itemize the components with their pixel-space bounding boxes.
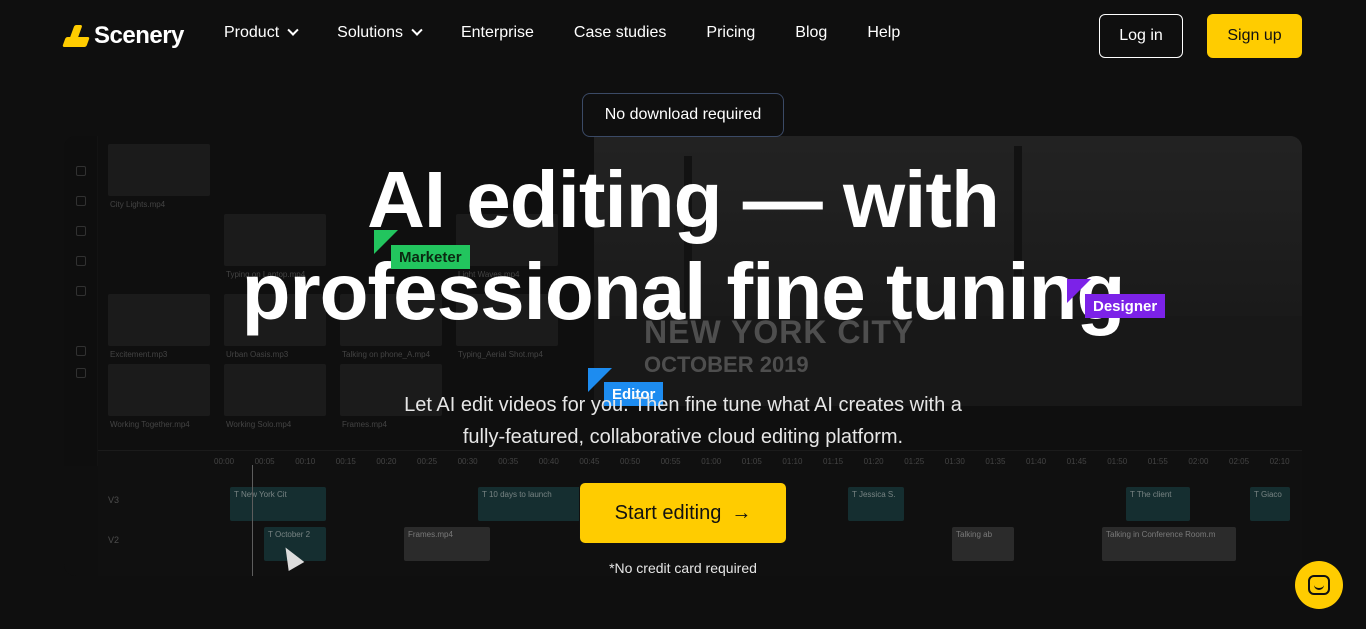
signup-button[interactable]: Sign up bbox=[1207, 14, 1302, 58]
nav-item-help[interactable]: Help bbox=[867, 24, 900, 42]
nav-item-product[interactable]: Product bbox=[224, 24, 299, 42]
nav-item-label: Solutions bbox=[337, 24, 403, 41]
nav-item-solutions[interactable]: Solutions bbox=[337, 24, 423, 42]
nav-item-label: Pricing bbox=[706, 24, 756, 41]
chevron-down-icon bbox=[287, 24, 299, 36]
designer-tag: Designer bbox=[1085, 294, 1166, 318]
arrow-right-icon: → bbox=[731, 501, 752, 524]
hero-subtitle: Let AI edit videos for you. Then fine tu… bbox=[404, 394, 962, 448]
nav-item-label: Enterprise bbox=[460, 24, 534, 41]
nav-item-pricing[interactable]: Pricing bbox=[706, 24, 755, 42]
nav-item-label: Blog bbox=[795, 24, 828, 41]
nav-item-enterprise[interactable]: Enterprise bbox=[461, 24, 534, 42]
top-nav: Scenery Product Solutions Enterprise Case s… bbox=[0, 0, 1366, 72]
hero-title-line-2: professional fine tuning bbox=[241, 247, 1126, 336]
no-download-pill: No download required bbox=[582, 93, 784, 137]
nav-item-label: Product bbox=[224, 24, 280, 41]
start-editing-label: Start editing bbox=[614, 501, 722, 524]
scenery-logo[interactable]: Scenery bbox=[62, 22, 184, 50]
chevron-down-icon bbox=[411, 24, 423, 36]
main-menu: Product Solutions Enterprise Case studies Pr… bbox=[224, 24, 940, 42]
start-editing-button[interactable]: Start editing → bbox=[579, 482, 787, 544]
no-credit-card-note: *No credit card required bbox=[609, 560, 757, 576]
brand-name: Scenery bbox=[94, 22, 184, 49]
nav-item-label: Case studies bbox=[573, 24, 667, 41]
nav-item-case-studies[interactable]: Case studies bbox=[574, 24, 667, 42]
nav-item-blog[interactable]: Blog bbox=[795, 24, 827, 42]
chat-bubble-icon bbox=[1308, 575, 1330, 595]
marketer-tag: Marketer bbox=[391, 245, 470, 269]
chat-launcher-button[interactable] bbox=[1295, 561, 1343, 609]
nav-item-label: Help bbox=[867, 24, 901, 41]
scenery-logo-icon bbox=[62, 25, 90, 47]
hero-title-line-1: AI editing — with bbox=[367, 155, 1000, 244]
login-button[interactable]: Log in bbox=[1099, 14, 1183, 58]
